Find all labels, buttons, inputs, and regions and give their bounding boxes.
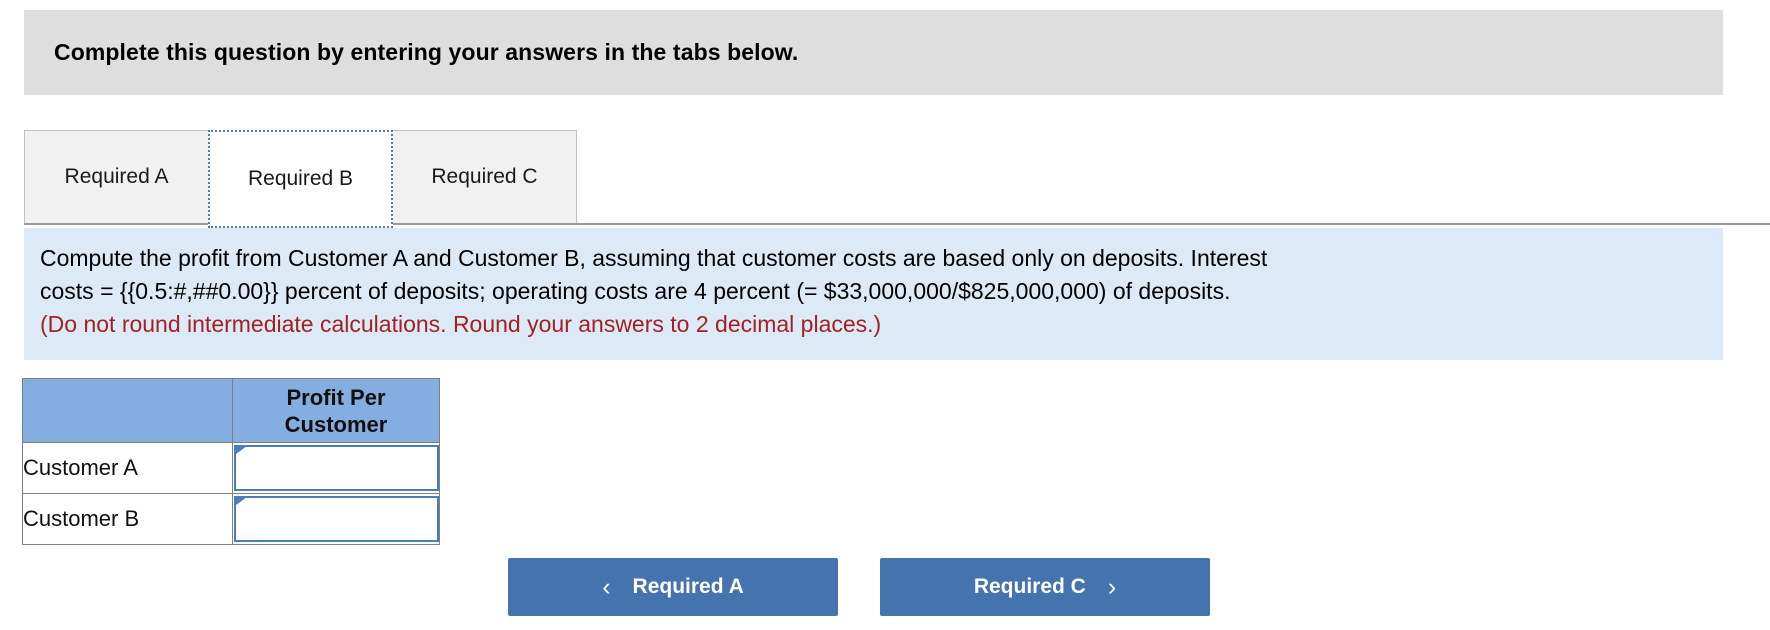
prev-required-a-button[interactable]: ‹ Required A	[508, 558, 838, 616]
tab-required-b[interactable]: Required B	[208, 130, 393, 228]
cell-customer-a-profit[interactable]	[232, 442, 440, 494]
page-title: Complete this question by entering your …	[54, 39, 799, 65]
tab-required-a[interactable]: Required A	[24, 130, 209, 224]
tab-required-a-label: Required A	[64, 165, 169, 188]
chevron-left-icon: ‹	[602, 572, 611, 601]
question-line-2: costs = {{0.5:#,##0.00}} percent of depo…	[40, 278, 1231, 304]
answer-table: Profit Per Customer Customer A Customer …	[22, 378, 440, 545]
input-customer-b-profit[interactable]	[234, 496, 439, 542]
chevron-right-icon: ›	[1107, 572, 1117, 601]
table-header-blank	[22, 378, 233, 443]
question-panel: Compute the profit from Customer A and C…	[24, 228, 1723, 360]
tab-required-c[interactable]: Required C	[392, 130, 577, 224]
prev-button-label: Required A	[632, 575, 744, 598]
rounding-note: (Do not round intermediate calculations.…	[40, 311, 882, 337]
tab-strip: Required A Required B Required C	[24, 130, 577, 228]
next-button-label: Required C	[973, 575, 1086, 598]
next-required-c-button[interactable]: Required C ›	[880, 558, 1210, 616]
cell-customer-b-profit[interactable]	[232, 493, 440, 545]
table-header-row: Profit Per Customer	[22, 378, 440, 443]
tab-required-b-label: Required B	[247, 167, 354, 190]
table-header-profit-per-customer: Profit Per Customer	[232, 378, 440, 443]
instruction-banner: Complete this question by entering your …	[24, 10, 1723, 95]
table-row: Customer A	[22, 442, 440, 494]
tab-navigation: ‹ Required A Required C ›	[508, 558, 1210, 616]
question-line-1: Compute the profit from Customer A and C…	[40, 245, 1268, 271]
table-row: Customer B	[22, 493, 440, 545]
row-label-customer-b: Customer B	[22, 493, 233, 545]
tab-required-c-label: Required C	[431, 165, 538, 188]
input-customer-a-profit[interactable]	[234, 445, 439, 491]
row-label-customer-a: Customer A	[22, 442, 233, 494]
